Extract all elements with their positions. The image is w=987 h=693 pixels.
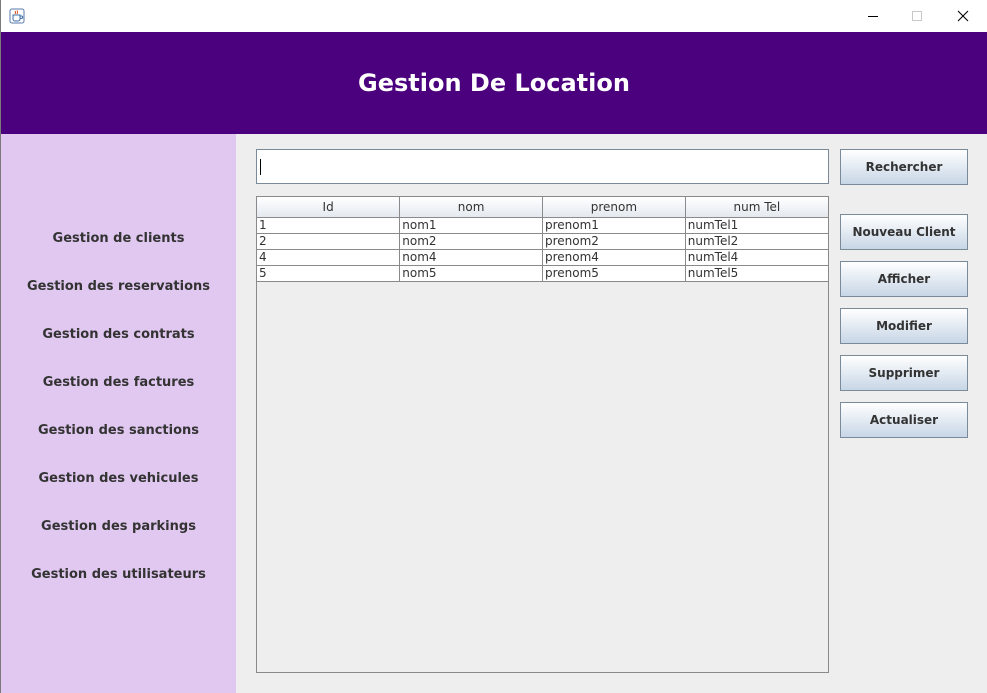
sidebar: Gestion de clients Gestion des reservati… (1, 134, 236, 693)
minimize-icon (868, 16, 878, 17)
refresh-button[interactable]: Actualiser (840, 402, 968, 438)
sidebar-item-vehicules[interactable]: Gestion des vehicules (1, 471, 236, 487)
cell-nom: nom1 (399, 217, 543, 234)
cell-prenom: prenom2 (542, 233, 686, 250)
main-content: Rechercher Nouveau Client Afficher Modif… (236, 134, 987, 693)
app-header: Gestion De Location (1, 32, 987, 134)
maximize-icon (912, 11, 922, 21)
sidebar-item-clients[interactable]: Gestion de clients (1, 231, 236, 247)
sidebar-item-utilisateurs[interactable]: Gestion des utilisateurs (1, 567, 236, 583)
column-header-id[interactable]: Id (257, 197, 401, 218)
cell-num-tel: numTel5 (685, 265, 828, 282)
table-row[interactable]: 5 nom5 prenom5 numTel5 (257, 265, 828, 282)
cell-prenom: prenom4 (542, 249, 686, 266)
cell-nom: nom5 (399, 265, 543, 282)
close-button[interactable] (940, 0, 986, 32)
search-input[interactable] (256, 149, 829, 184)
sidebar-item-parkings[interactable]: Gestion des parkings (1, 519, 236, 535)
cell-id: 5 (257, 265, 401, 282)
cell-prenom: prenom5 (542, 265, 686, 282)
maximize-button[interactable] (894, 0, 940, 32)
sidebar-item-sanctions[interactable]: Gestion des sanctions (1, 423, 236, 439)
column-header-nom[interactable]: nom (399, 197, 543, 218)
table-row[interactable]: 1 nom1 prenom1 numTel1 (257, 217, 828, 234)
cell-num-tel: numTel2 (685, 233, 828, 250)
cell-nom: nom4 (399, 249, 543, 266)
close-icon (957, 10, 969, 22)
cell-nom: nom2 (399, 233, 543, 250)
cell-prenom: prenom1 (542, 217, 686, 234)
column-header-prenom[interactable]: prenom (542, 197, 686, 218)
cell-num-tel: numTel1 (685, 217, 828, 234)
delete-button[interactable]: Supprimer (840, 355, 968, 391)
app-title: Gestion De Location (358, 69, 630, 97)
new-client-button[interactable]: Nouveau Client (840, 214, 968, 250)
edit-button[interactable]: Modifier (840, 308, 968, 344)
text-caret (260, 159, 261, 175)
sidebar-item-contrats[interactable]: Gestion des contrats (1, 327, 236, 343)
sidebar-item-reservations[interactable]: Gestion des reservations (1, 279, 236, 295)
app-window: Gestion De Location Gestion de clients G… (0, 0, 987, 693)
cell-num-tel: numTel4 (685, 249, 828, 266)
show-button[interactable]: Afficher (840, 261, 968, 297)
cell-id: 1 (257, 217, 401, 234)
sidebar-item-factures[interactable]: Gestion des factures (1, 375, 236, 391)
cell-id: 2 (257, 233, 401, 250)
search-button[interactable]: Rechercher (840, 149, 968, 185)
java-cup-icon (9, 8, 25, 24)
cell-id: 4 (257, 249, 401, 266)
table-row[interactable]: 4 nom4 prenom4 numTel4 (257, 249, 828, 266)
table-row[interactable]: 2 nom2 prenom2 numTel2 (257, 233, 828, 250)
minimize-button[interactable] (850, 0, 896, 32)
table-header-row: Id nom prenom num Tel (257, 197, 828, 218)
clients-table[interactable]: Id nom prenom num Tel 1 nom1 prenom1 num… (256, 196, 829, 673)
title-bar (1, 0, 987, 32)
column-header-num-tel[interactable]: num Tel (685, 197, 828, 218)
